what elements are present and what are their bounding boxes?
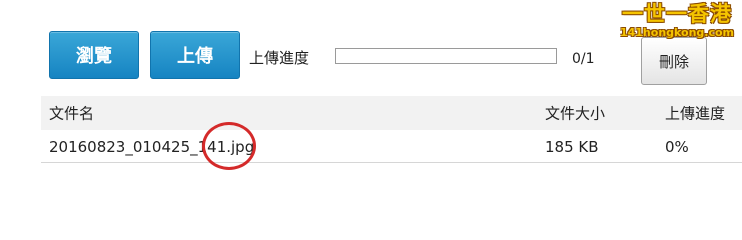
file-table-header: 文件名 文件大小 上傳進度 (41, 96, 742, 130)
red-circle-annotation (202, 122, 256, 170)
upload-button[interactable]: 上傳 (150, 31, 240, 79)
delete-button[interactable]: 刪除 (641, 37, 707, 85)
site-logo-url: 141hongkong.com (619, 26, 735, 39)
upload-progress-label: 上傳進度 (249, 49, 310, 67)
upload-progress-count: 0/1 (572, 51, 595, 67)
column-header-upload-progress: 上傳進度 (665, 104, 726, 123)
column-header-file-size: 文件大小 (545, 104, 606, 123)
file-progress-cell: 0% (665, 137, 689, 156)
upload-progress-bar (335, 48, 557, 64)
column-header-file-name: 文件名 (49, 104, 95, 123)
browse-button[interactable]: 瀏覽 (49, 31, 139, 79)
table-row[interactable]: 20160823_010425_141.jpg 185 KB 0% (41, 131, 742, 163)
file-size-cell: 185 KB (545, 137, 599, 156)
site-logo: 一世一香港 141hongkong.com (614, 2, 740, 44)
site-logo-title: 一世一香港 (622, 2, 732, 26)
